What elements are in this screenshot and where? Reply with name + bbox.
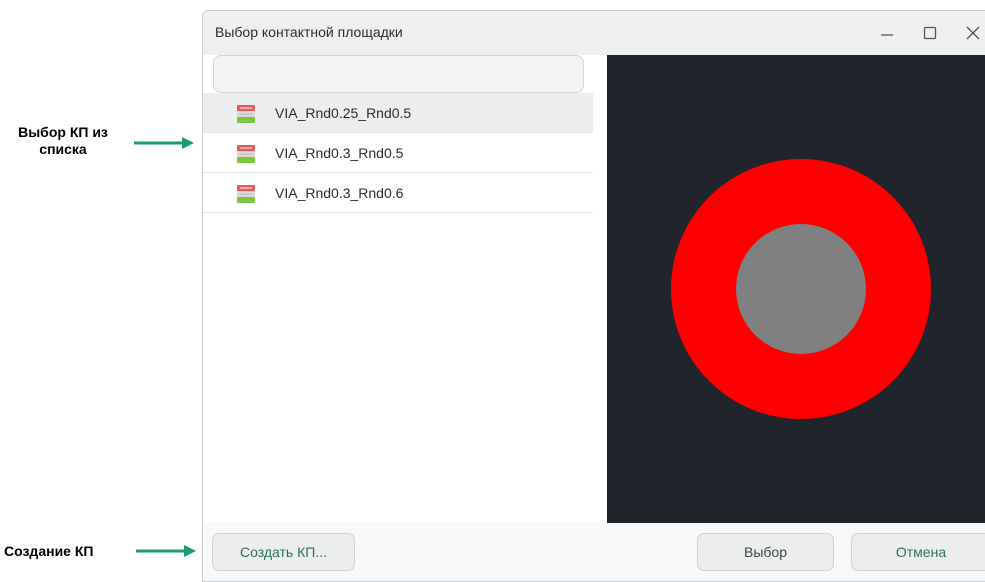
maximize-button[interactable] [910, 11, 950, 55]
annotation-line-1: Выбор КП из [18, 124, 108, 140]
title-bar: Выбор контактной площадки [203, 11, 985, 55]
list-item[interactable]: VIA_Rnd0.3_Rnd0.5 [203, 133, 593, 173]
pad-drill-hole [736, 224, 866, 354]
dialog-footer: Создать КП... Выбор Отмена [203, 523, 985, 581]
pad-preview-graphic [671, 159, 931, 419]
pad-list: VIA_Rnd0.25_Rnd0.5 VIA_Rnd0.3_Rnd0.5 VIA… [203, 93, 593, 213]
create-pad-button[interactable]: Создать КП... [212, 533, 355, 571]
select-button[interactable]: Выбор [697, 533, 834, 571]
list-item[interactable]: VIA_Rnd0.3_Rnd0.6 [203, 173, 593, 213]
list-item-label: VIA_Rnd0.3_Rnd0.5 [275, 145, 404, 161]
pad-list-panel: VIA_Rnd0.25_Rnd0.5 VIA_Rnd0.3_Rnd0.5 VIA… [203, 55, 607, 523]
dialog-title: Выбор контактной площадки [215, 24, 403, 40]
list-item[interactable]: VIA_Rnd0.25_Rnd0.5 [203, 93, 593, 133]
list-item-label: VIA_Rnd0.25_Rnd0.5 [275, 105, 412, 121]
pad-icon [237, 145, 255, 163]
minimize-button[interactable] [867, 11, 907, 55]
annotation-arrow-create [136, 545, 196, 557]
annotation-select-from-list: Выбор КП из списка [8, 124, 118, 158]
annotation-line-2: списка [39, 141, 87, 157]
annotation-create-pad: Создание КП [4, 543, 94, 559]
close-button[interactable] [953, 11, 985, 55]
pad-preview [607, 55, 985, 523]
pad-icon [237, 185, 255, 203]
cancel-button[interactable]: Отмена [851, 533, 985, 571]
search-input[interactable] [213, 55, 584, 93]
annotation-arrow-list [134, 137, 194, 149]
pad-icon [237, 105, 255, 123]
close-icon [966, 26, 980, 40]
minimize-icon [881, 34, 893, 36]
pad-selection-dialog: Выбор контактной площадки VIA_Rnd0.25_Rn… [202, 10, 985, 582]
maximize-icon [923, 26, 937, 40]
list-item-label: VIA_Rnd0.3_Rnd0.6 [275, 185, 404, 201]
